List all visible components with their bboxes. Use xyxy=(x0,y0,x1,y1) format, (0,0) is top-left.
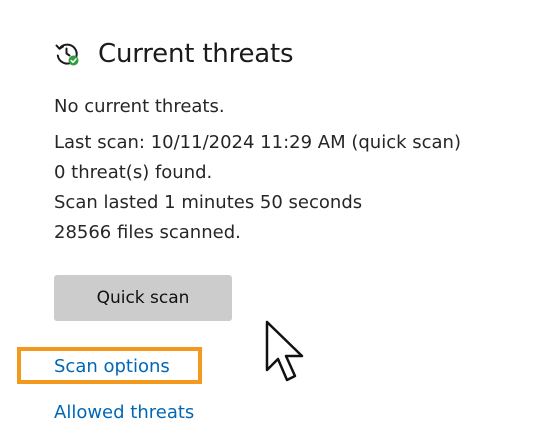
clock-refresh-check-icon xyxy=(54,41,80,67)
files-scanned-text: 28566 files scanned. xyxy=(54,222,241,243)
section-title: Current threats xyxy=(98,39,294,69)
threats-found-text: 0 threat(s) found. xyxy=(54,162,213,183)
last-scan-text: Last scan: 10/11/2024 11:29 AM (quick sc… xyxy=(54,132,461,153)
quick-scan-button[interactable]: Quick scan xyxy=(54,275,232,321)
scan-duration-text: Scan lasted 1 minutes 50 seconds xyxy=(54,192,363,213)
scan-options-link[interactable]: Scan options xyxy=(54,356,170,377)
mouse-pointer-icon xyxy=(264,320,308,384)
allowed-threats-link[interactable]: Allowed threats xyxy=(54,402,194,423)
section-header: Current threats xyxy=(54,36,294,72)
scan-status: No current threats. Last scan: 10/11/202… xyxy=(54,92,461,248)
threat-summary: No current threats. xyxy=(54,96,225,117)
current-threats-panel: Current threats No current threats. Last… xyxy=(0,0,554,427)
